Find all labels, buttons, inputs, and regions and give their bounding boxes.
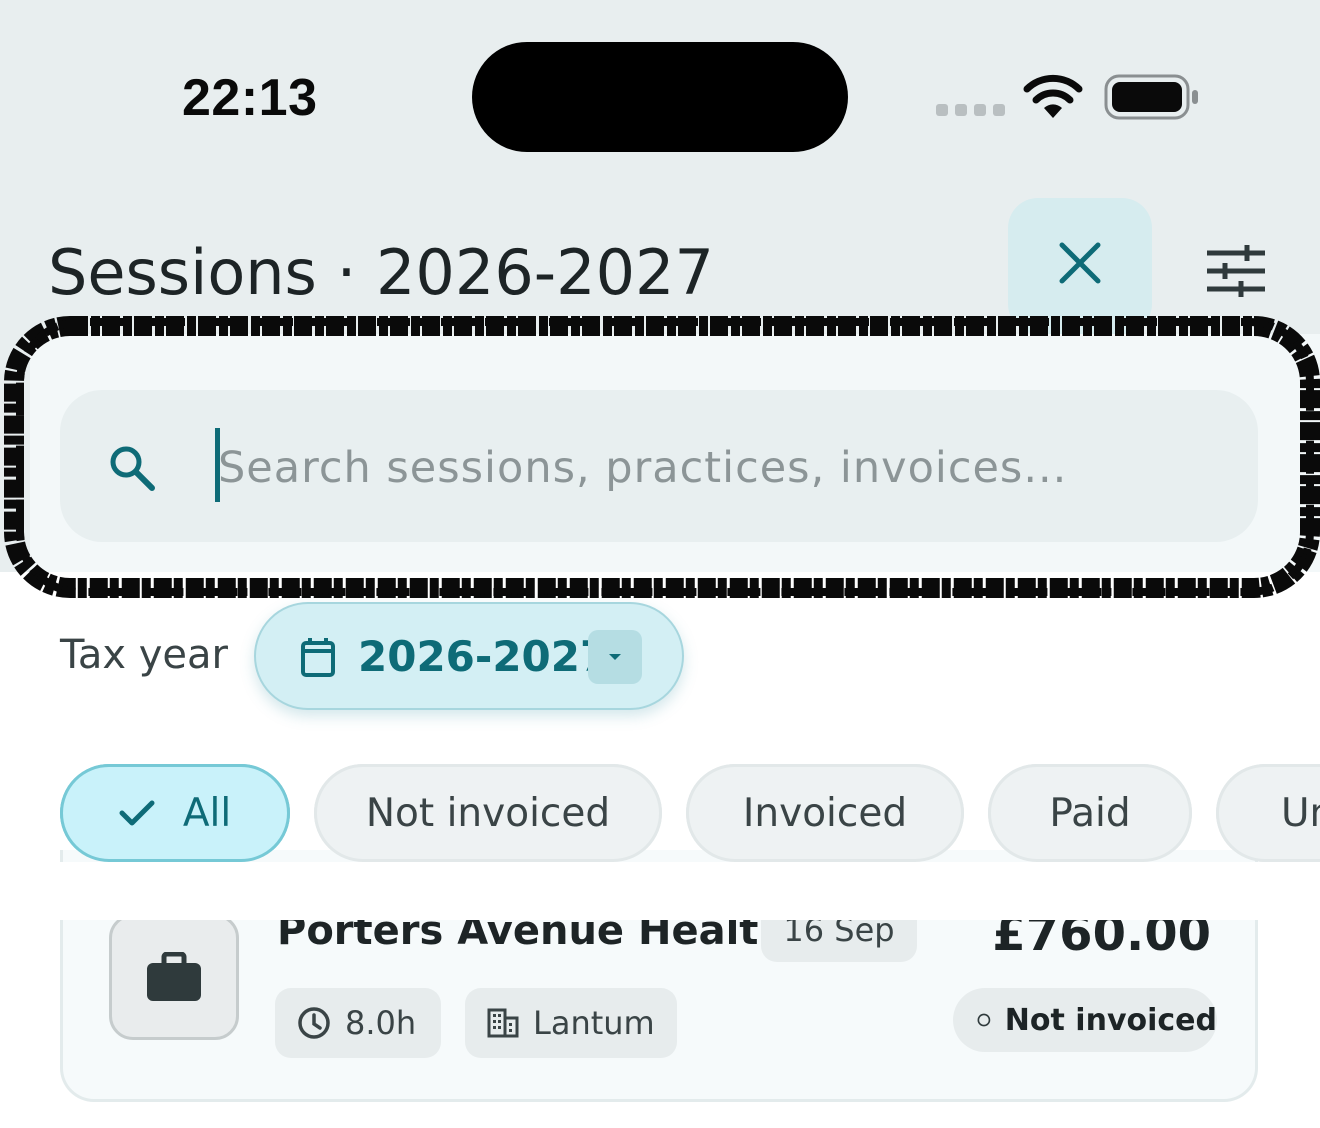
circle-outline-icon [977,1013,991,1027]
caret-down-icon [609,654,621,660]
tax-year-selector[interactable]: 2026-2027 [254,602,684,710]
page-title: Sessions · 2026-2027 [48,236,714,309]
session-hours: 8.0h [275,988,441,1058]
filter-chip-label: Un [1281,790,1320,836]
cellular-signal-icon [936,104,1005,116]
briefcase-icon [147,952,201,1001]
status-badge-label: Not invoiced [1004,1002,1217,1038]
dropdown-arrow[interactable] [588,630,642,684]
session-platform-value: Lantum [533,1004,655,1042]
tax-year-value: 2026-2027 [358,632,610,681]
tax-year-label: Tax year [60,632,228,678]
clock-icon [298,1007,330,1039]
session-platform: Lantum [465,988,677,1058]
search-icon [110,446,155,491]
filter-chip-label: Not invoiced [365,790,611,836]
session-avatar [109,914,239,1040]
filter-chip-paid[interactable]: Paid [988,764,1192,862]
battery-icon [1104,74,1198,120]
status-badge: Not invoiced [953,988,1217,1052]
building-icon [487,1008,519,1038]
search-input[interactable] [218,430,1228,506]
close-icon [1059,242,1101,284]
filter-chip-all[interactable]: All [60,764,290,862]
filter-chip-label: Paid [1049,790,1131,836]
wifi-icon [1023,74,1083,118]
tune-icon [1207,245,1265,297]
dynamic-island [472,42,848,152]
filter-settings-button[interactable] [1200,238,1272,304]
check-icon [119,800,155,826]
status-time: 22:13 [182,69,318,127]
close-search-button[interactable] [1008,198,1152,334]
filter-chip-not-invoiced[interactable]: Not invoiced [314,764,662,862]
session-hours-value: 8.0h [345,1004,417,1042]
filter-chip-invoiced[interactable]: Invoiced [686,764,964,862]
filter-chip-label: Invoiced [742,790,908,836]
calendar-icon [301,638,335,677]
filter-chip-unpaid[interactable]: Un [1216,764,1320,862]
filter-chip-label: All [182,790,232,836]
filter-bar-background [0,862,1320,920]
